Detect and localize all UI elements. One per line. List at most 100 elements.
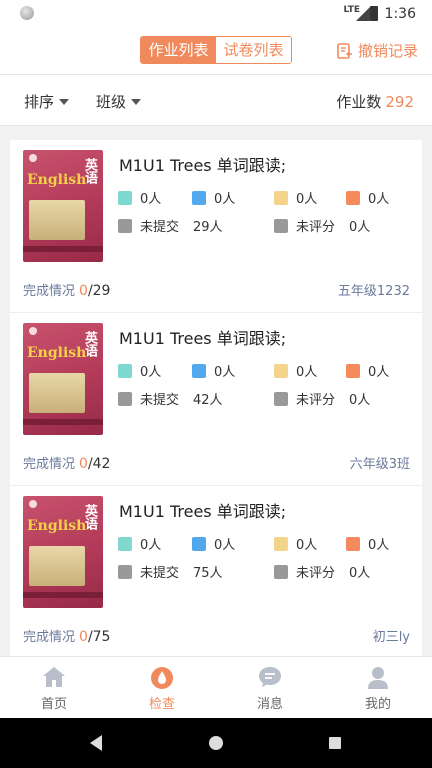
book-cover-image: English 英语: [23, 496, 103, 608]
cover-title-english: English: [27, 172, 87, 188]
completion-done: 0: [79, 456, 88, 472]
notification-dot-icon: [20, 6, 34, 20]
cover-title-chinese: 英语: [82, 158, 97, 184]
sort-dropdown[interactable]: 排序: [24, 91, 70, 112]
stat-teal: 0人: [118, 188, 161, 207]
ungraded-label: 未评分: [296, 220, 336, 235]
back-icon[interactable]: [90, 735, 102, 751]
completion-status: 完成情况 0/75: [23, 626, 110, 645]
gray-square-icon: [274, 391, 288, 406]
homework-card[interactable]: English 英语 M1U1 Trees 单词跟读; 0人 0人 0人 0人 …: [10, 486, 422, 659]
teal-square-icon: [118, 190, 132, 205]
ungraded-value: 0人: [349, 220, 371, 235]
publisher-logo-icon: [29, 154, 37, 162]
tab-messages-label: 消息: [256, 697, 283, 712]
check-drop-icon: [151, 667, 173, 689]
message-icon: [259, 667, 281, 687]
stat-value: 0人: [214, 365, 236, 380]
tab-homework-list[interactable]: 作业列表: [141, 37, 216, 63]
teal-square-icon: [118, 363, 132, 378]
cover-strip: [23, 419, 103, 425]
stat-ungraded: 未评分 0人: [274, 216, 370, 235]
stat-value: 0人: [296, 192, 318, 207]
cover-strip: [23, 246, 103, 252]
home-icon: [43, 667, 65, 687]
teal-square-icon: [118, 536, 132, 551]
class-name: 六年级3班: [349, 457, 410, 472]
gray-square-icon: [118, 218, 132, 233]
orange-square-icon: [346, 536, 360, 551]
homework-card[interactable]: English 英语 M1U1 Trees 单词跟读; 0人 0人 0人 0人 …: [10, 140, 422, 313]
class-dropdown[interactable]: 班级: [96, 91, 142, 112]
blue-square-icon: [192, 536, 206, 551]
stat-orange: 0人: [346, 188, 389, 207]
tab-exam-list[interactable]: 试卷列表: [216, 37, 291, 63]
tab-profile-label: 我的: [364, 697, 391, 712]
stat-value: 0人: [296, 538, 318, 553]
ungraded-label: 未评分: [296, 566, 336, 581]
profile-icon: [368, 667, 388, 689]
stat-ungraded: 未评分 0人: [274, 562, 370, 581]
publisher-logo-icon: [29, 500, 37, 508]
stat-unsubmitted: 未提交 75人: [118, 562, 223, 581]
gray-square-icon: [274, 218, 288, 233]
status-bar: LTE 1:36: [0, 0, 432, 28]
bottom-tab-bar: 首页 检查 消息 我的: [0, 656, 432, 718]
publisher-logo-icon: [29, 327, 37, 335]
stat-blue: 0人: [192, 534, 235, 553]
stat-value: 0人: [296, 365, 318, 380]
tab-messages[interactable]: 消息: [216, 657, 324, 718]
completion-total: /29: [87, 283, 111, 299]
stat-blue: 0人: [192, 361, 235, 380]
recent-apps-icon[interactable]: [329, 737, 341, 749]
home-circle-icon[interactable]: [209, 736, 223, 750]
signal-icon: [356, 7, 370, 21]
book-cover-image: English 英语: [23, 323, 103, 435]
stat-value: 0人: [368, 365, 390, 380]
stat-value: 0人: [140, 365, 162, 380]
homework-title: M1U1 Trees 单词跟读;: [119, 329, 287, 348]
cover-illustration: [29, 200, 85, 240]
completion-status: 完成情况 0/42: [23, 453, 110, 472]
stat-value: 0人: [368, 538, 390, 553]
orange-square-icon: [346, 190, 360, 205]
tab-profile[interactable]: 我的: [324, 657, 432, 718]
book-cover-image: English 英语: [23, 150, 103, 262]
clock: 1:36: [384, 6, 416, 22]
stat-blue: 0人: [192, 188, 235, 207]
class-name: 五年级1232: [337, 284, 410, 299]
yellow-square-icon: [274, 190, 288, 205]
homework-count-value: 292: [385, 93, 414, 111]
ungraded-value: 0人: [349, 566, 371, 581]
homework-card[interactable]: English 英语 M1U1 Trees 单词跟读; 0人 0人 0人 0人 …: [10, 313, 422, 486]
revoke-records-label: 撤销记录: [357, 42, 418, 60]
completion-done: 0: [79, 629, 88, 645]
cover-title-english: English: [27, 518, 87, 534]
tab-home[interactable]: 首页: [0, 657, 108, 718]
tab-home-label: 首页: [40, 697, 67, 712]
tab-check-label: 检查: [148, 697, 175, 712]
cover-illustration: [29, 373, 85, 413]
unsubmitted-value: 75人: [193, 566, 223, 581]
gray-square-icon: [118, 391, 132, 406]
homework-count: 作业数 292: [336, 91, 414, 112]
homework-title: M1U1 Trees 单词跟读;: [119, 156, 287, 175]
class-label: 班级: [96, 93, 127, 111]
cover-title-english: English: [27, 345, 87, 361]
blue-square-icon: [192, 363, 206, 378]
completion-total: /42: [87, 456, 111, 472]
tab-check[interactable]: 检查: [108, 657, 216, 718]
cover-title-chinese: 英语: [82, 504, 97, 530]
stat-teal: 0人: [118, 361, 161, 380]
yellow-square-icon: [274, 363, 288, 378]
stat-unsubmitted: 未提交 42人: [118, 389, 223, 408]
homework-list: English 英语 M1U1 Trees 单词跟读; 0人 0人 0人 0人 …: [10, 140, 422, 659]
unsubmitted-value: 42人: [193, 393, 223, 408]
stat-value: 0人: [140, 538, 162, 553]
unsubmitted-label: 未提交: [140, 566, 180, 581]
stat-value: 0人: [214, 192, 236, 207]
stat-yellow: 0人: [274, 534, 317, 553]
blue-square-icon: [192, 190, 206, 205]
revoke-record-icon: [337, 42, 352, 59]
revoke-records-button[interactable]: 撤销记录: [336, 40, 418, 61]
